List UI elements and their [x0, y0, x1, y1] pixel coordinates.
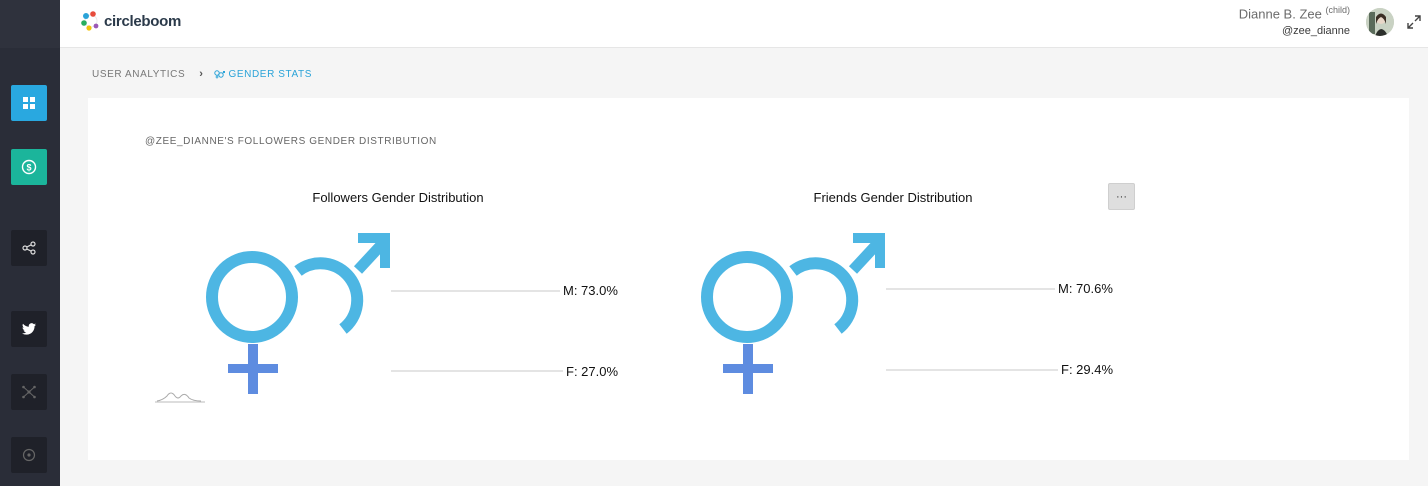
female-percentage-label: F: 27.0% — [566, 364, 618, 379]
female-percentage-label: F: 29.4% — [1061, 362, 1113, 377]
breadcrumb-gender-stats: GENDER STATS — [213, 68, 313, 80]
top-header: circleboom Dianne B. Zee (child) @zee_di… — [60, 0, 1428, 48]
sidebar-item-dashboard[interactable] — [11, 85, 47, 121]
sidebar-top — [0, 0, 60, 48]
friends-gender-chart: Friends Gender Distribution M: 70.6% F: … — [633, 98, 1153, 460]
sidebar: $ — [0, 0, 60, 486]
male-percentage-label: M: 73.0% — [563, 283, 618, 298]
share-icon — [22, 241, 36, 255]
twitter-icon — [22, 323, 36, 335]
svg-text:$: $ — [26, 163, 31, 173]
user-account-tag: (child) — [1325, 5, 1350, 15]
avatar[interactable] — [1366, 8, 1394, 36]
gender-symbols-figure: M: 70.6% F: 29.4% — [701, 233, 1113, 394]
user-name[interactable]: Dianne B. Zee (child) — [1239, 5, 1350, 21]
sidebar-item-billing[interactable]: $ — [11, 149, 47, 185]
avatar-image — [1366, 8, 1394, 36]
chart-menu-button[interactable]: ··· — [1108, 183, 1135, 210]
gender-stats-card: @ZEE_DIANNE'S FOLLOWERS GENDER DISTRIBUT… — [88, 98, 1409, 460]
gender-icon — [213, 69, 225, 78]
male-symbol — [294, 233, 390, 334]
male-symbol — [789, 233, 885, 334]
breadcrumb-user-analytics[interactable]: USER ANALYTICS — [92, 69, 185, 80]
dollar-icon: $ — [21, 159, 37, 175]
sidebar-item-network[interactable] — [11, 374, 47, 410]
male-percentage-label: M: 70.6% — [1058, 281, 1113, 296]
network-icon — [22, 385, 36, 399]
brand-logo[interactable]: circleboom — [80, 10, 181, 32]
user-handle: @zee_dianne — [1281, 25, 1350, 37]
target-icon — [22, 448, 36, 462]
female-symbol — [701, 251, 793, 394]
sidebar-item-twitter[interactable] — [11, 311, 47, 347]
expand-icon[interactable] — [1406, 14, 1422, 30]
user-display-name: Dianne B. Zee — [1238, 6, 1322, 22]
followers-gender-chart: Followers Gender Distribution M: 73.0% F… — [138, 98, 658, 460]
chevron-right-icon: › — [199, 68, 204, 80]
brand-name: circleboom — [104, 12, 182, 30]
sidebar-item-share[interactable] — [11, 230, 47, 266]
sidebar-item-target[interactable] — [11, 437, 47, 473]
breadcrumb-current-label: GENDER STATS — [228, 68, 313, 80]
female-symbol — [206, 251, 298, 394]
gender-symbols-figure: M: 73.0% F: 27.0% — [206, 233, 618, 394]
sparkline-icon — [155, 392, 205, 403]
circleboom-logo-icon — [81, 11, 99, 31]
grid-icon — [23, 97, 35, 109]
breadcrumb: USER ANALYTICS › GENDER STATS — [92, 68, 312, 80]
